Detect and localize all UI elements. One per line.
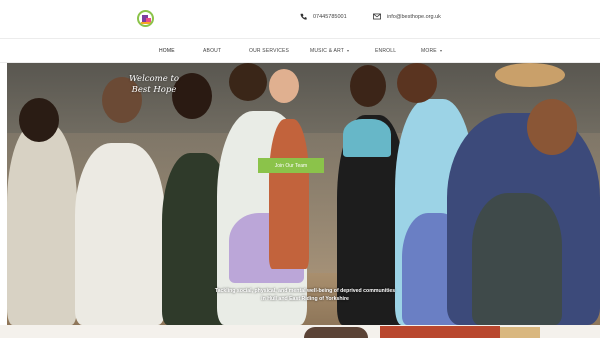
hero-subtitle-line1: Tackling social, physical, and mental we…: [214, 288, 396, 294]
phone-contact[interactable]: 07445785001: [300, 13, 347, 20]
preview-image: [500, 327, 540, 338]
chevron-down-icon: [347, 50, 350, 52]
hero-title-line1: Welcome to: [129, 74, 179, 84]
site-logo[interactable]: [137, 10, 154, 27]
hero-title-line2: Best Hope: [131, 85, 177, 95]
nav-item-about[interactable]: ABOUT: [203, 48, 221, 54]
join-our-team-button[interactable]: Join Our Team: [258, 158, 324, 173]
hero-title: Welcome to Best Hope: [124, 74, 184, 96]
chevron-down-icon: [439, 50, 442, 52]
nav-label: MUSIC & ART: [310, 48, 345, 54]
hero-subtitle: Tackling social, physical, and mental we…: [175, 287, 435, 303]
mail-icon: [373, 13, 381, 20]
top-bar: 07445785001 info@besthope.org.uk: [0, 0, 600, 38]
nav-label: HOME: [159, 48, 175, 54]
nav-item-home[interactable]: HOME: [159, 48, 175, 54]
next-section-preview: [0, 325, 600, 338]
nav-item-more[interactable]: MORE: [421, 48, 442, 54]
email-contact[interactable]: info@besthope.org.uk: [373, 13, 441, 20]
hero-banner: Welcome to Best Hope Join Our Team Tackl…: [7, 63, 600, 325]
hero-subtitle-line2: in Hull and East Riding of Yorkshire: [261, 296, 349, 302]
preview-image: [304, 327, 368, 338]
nav-label: ABOUT: [203, 48, 222, 54]
nav-item-music-art[interactable]: MUSIC & ART: [310, 48, 350, 54]
email-address[interactable]: info@besthope.org.uk: [387, 14, 441, 20]
preview-image: [380, 326, 500, 338]
main-nav: HOME ABOUT OUR SERVICES MUSIC & ART ENRO…: [0, 39, 600, 63]
phone-icon: [300, 13, 307, 20]
nav-item-our-services[interactable]: OUR SERVICES: [249, 48, 289, 54]
nav-label: OUR SERVICES: [249, 48, 290, 54]
nav-item-enroll[interactable]: ENROLL: [375, 48, 396, 54]
nav-label: MORE: [421, 48, 437, 54]
nav-label: ENROLL: [375, 48, 397, 54]
phone-number[interactable]: 07445785001: [313, 14, 347, 20]
